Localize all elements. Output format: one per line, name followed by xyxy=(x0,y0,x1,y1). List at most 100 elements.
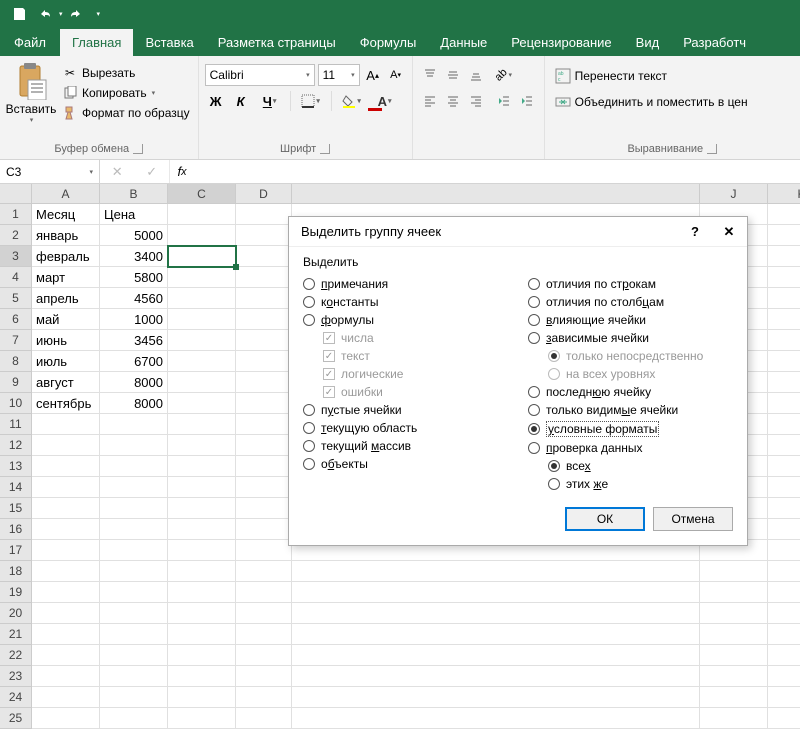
cell-K7[interactable] xyxy=(768,330,800,351)
tab-insert[interactable]: Вставка xyxy=(133,29,205,56)
row-header-7[interactable]: 7 xyxy=(0,330,32,351)
cancel-button[interactable]: Отмена xyxy=(653,507,733,531)
decrease-font-icon[interactable]: A▾ xyxy=(386,64,406,86)
cell-K18[interactable] xyxy=(768,561,800,582)
cell-C9[interactable] xyxy=(168,372,236,393)
tab-file[interactable]: Файл xyxy=(0,29,60,56)
radio-same[interactable]: этих же xyxy=(528,475,733,493)
cell-A21[interactable] xyxy=(32,624,100,645)
col-header-J[interactable]: J xyxy=(700,184,768,204)
cell-A6[interactable]: май xyxy=(32,309,100,330)
cell-J21[interactable] xyxy=(700,624,768,645)
cell-C4[interactable] xyxy=(168,267,236,288)
cell-K1[interactable] xyxy=(768,204,800,225)
row-header-10[interactable]: 10 xyxy=(0,393,32,414)
fx-icon[interactable]: fx xyxy=(170,160,194,183)
radio-formulas[interactable]: формулы xyxy=(303,311,508,329)
alignment-launcher-icon[interactable] xyxy=(707,144,717,154)
radio-objects[interactable]: объекты xyxy=(303,455,508,473)
cell-A10[interactable]: сентябрь xyxy=(32,393,100,414)
cell-B15[interactable] xyxy=(100,498,168,519)
cell-A3[interactable]: февраль xyxy=(32,246,100,267)
cell-A25[interactable] xyxy=(32,708,100,729)
tab-page-layout[interactable]: Разметка страницы xyxy=(206,29,348,56)
row-header-9[interactable]: 9 xyxy=(0,372,32,393)
cell-D24[interactable] xyxy=(236,687,292,708)
row-header-25[interactable]: 25 xyxy=(0,708,32,729)
cell-C1[interactable] xyxy=(168,204,236,225)
col-header-K[interactable]: K xyxy=(768,184,800,204)
row-header-3[interactable]: 3 xyxy=(0,246,32,267)
qat-customize-icon[interactable]: ▾ xyxy=(97,10,101,18)
cell-A11[interactable] xyxy=(32,414,100,435)
cell-K2[interactable] xyxy=(768,225,800,246)
cell-B4[interactable]: 5800 xyxy=(100,267,168,288)
cell-A22[interactable] xyxy=(32,645,100,666)
cell-K5[interactable] xyxy=(768,288,800,309)
underline-button[interactable]: Ч▾ xyxy=(255,90,285,112)
radio-dependents[interactable]: зависимые ячейки xyxy=(528,329,733,347)
cell-K13[interactable] xyxy=(768,456,800,477)
cell-C13[interactable] xyxy=(168,456,236,477)
cell-K12[interactable] xyxy=(768,435,800,456)
cell-D15[interactable] xyxy=(236,498,292,519)
increase-indent-icon[interactable] xyxy=(516,90,538,112)
cell-D14[interactable] xyxy=(236,477,292,498)
col-header-C[interactable]: C xyxy=(168,184,236,204)
cell-K8[interactable] xyxy=(768,351,800,372)
cell-C12[interactable] xyxy=(168,435,236,456)
radio-last-cell[interactable]: последнюю ячейку xyxy=(528,383,733,401)
col-header-A[interactable]: A xyxy=(32,184,100,204)
cell-J20[interactable] xyxy=(700,603,768,624)
radio-row-diff[interactable]: отличия по строкам xyxy=(528,275,733,293)
cell-A9[interactable]: август xyxy=(32,372,100,393)
paste-button[interactable]: Вставить ▾ xyxy=(6,60,56,141)
cell-A4[interactable]: март xyxy=(32,267,100,288)
cell-A12[interactable] xyxy=(32,435,100,456)
cell-A15[interactable] xyxy=(32,498,100,519)
tab-formulas[interactable]: Формулы xyxy=(348,29,429,56)
row-header-11[interactable]: 11 xyxy=(0,414,32,435)
col-header-B[interactable]: B xyxy=(100,184,168,204)
cell-D3[interactable] xyxy=(236,246,292,267)
col-header-D[interactable]: D xyxy=(236,184,292,204)
radio-cond-formats[interactable]: условные форматы xyxy=(528,419,733,439)
cell-K21[interactable] xyxy=(768,624,800,645)
radio-constants[interactable]: константы xyxy=(303,293,508,311)
align-right-icon[interactable] xyxy=(465,90,487,112)
row-header-19[interactable]: 19 xyxy=(0,582,32,603)
cell-A17[interactable] xyxy=(32,540,100,561)
cell-B12[interactable] xyxy=(100,435,168,456)
cell-K22[interactable] xyxy=(768,645,800,666)
font-size-combo[interactable]: 11▾ xyxy=(318,64,360,86)
cell-D13[interactable] xyxy=(236,456,292,477)
cell-D11[interactable] xyxy=(236,414,292,435)
cell-A8[interactable]: июль xyxy=(32,351,100,372)
align-top-icon[interactable] xyxy=(419,64,441,86)
cell-C11[interactable] xyxy=(168,414,236,435)
cell-D4[interactable] xyxy=(236,267,292,288)
font-name-combo[interactable]: Calibri▾ xyxy=(205,64,315,86)
cell-B22[interactable] xyxy=(100,645,168,666)
cell-D8[interactable] xyxy=(236,351,292,372)
cell-A24[interactable] xyxy=(32,687,100,708)
cell-C21[interactable] xyxy=(168,624,236,645)
cell-gap-20[interactable] xyxy=(292,603,700,624)
cell-K24[interactable] xyxy=(768,687,800,708)
cell-K9[interactable] xyxy=(768,372,800,393)
cell-C3[interactable] xyxy=(168,246,236,267)
cell-C15[interactable] xyxy=(168,498,236,519)
tab-view[interactable]: Вид xyxy=(624,29,672,56)
cell-C23[interactable] xyxy=(168,666,236,687)
cell-B10[interactable]: 8000 xyxy=(100,393,168,414)
row-header-1[interactable]: 1 xyxy=(0,204,32,225)
row-header-6[interactable]: 6 xyxy=(0,309,32,330)
borders-button[interactable]: ▾ xyxy=(296,90,326,112)
row-header-20[interactable]: 20 xyxy=(0,603,32,624)
cut-button[interactable]: ✂ Вырезать xyxy=(60,64,192,82)
bold-button[interactable]: Ж xyxy=(205,90,227,112)
cell-D9[interactable] xyxy=(236,372,292,393)
radio-blanks[interactable]: пустые ячейки xyxy=(303,401,508,419)
cell-D5[interactable] xyxy=(236,288,292,309)
cell-D7[interactable] xyxy=(236,330,292,351)
